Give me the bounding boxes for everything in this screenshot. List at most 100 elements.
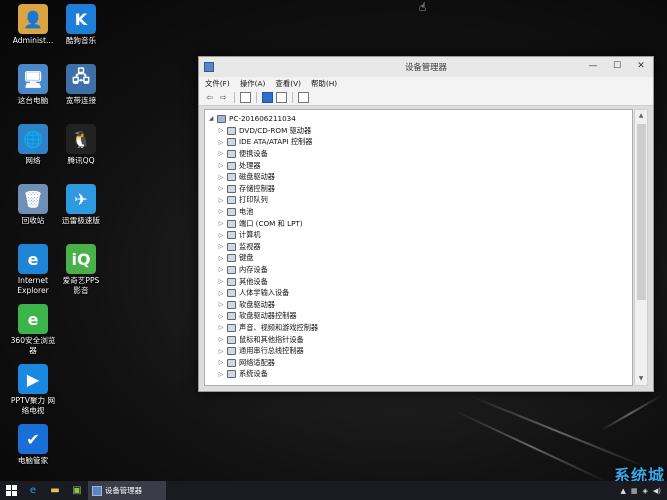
expand-arrow-icon[interactable]: ▷ xyxy=(217,336,225,343)
desktop-icon-xunlei[interactable]: ✈ 迅雷极速版 xyxy=(52,184,110,226)
device-category-icon xyxy=(227,312,236,321)
tree-item-label: 端口 (COM 和 LPT) xyxy=(239,218,303,228)
toolbar-separator xyxy=(234,92,235,103)
help-icon[interactable] xyxy=(262,92,273,103)
tree-item[interactable]: ▷ DVD/CD-ROM 驱动器 xyxy=(217,125,311,137)
tree-item[interactable]: ▷ 通用串行总线控制器 xyxy=(217,345,304,357)
scroll-down-icon[interactable]: ▼ xyxy=(635,373,647,385)
expand-arrow-icon[interactable]: ▷ xyxy=(217,139,225,146)
start-button[interactable] xyxy=(0,481,22,500)
tree-item[interactable]: ▷ 打印队列 xyxy=(217,195,268,207)
device-manager-window[interactable]: 设备管理器 — ☐ ✕ 文件(F) 操作(A) 查看(V) 帮助(H) ⇦ ⇨ … xyxy=(198,56,654,392)
tree-item[interactable]: ▷ 磁盘驱动器 xyxy=(217,171,275,183)
device-category-icon xyxy=(227,196,236,205)
tree-item[interactable]: ▷ IDE ATA/ATAPI 控制器 xyxy=(217,137,312,149)
view-icon[interactable] xyxy=(276,92,287,103)
explorer-pin-icon[interactable]: ▬ xyxy=(44,481,66,500)
tree-item[interactable]: ▷ 监视器 xyxy=(217,241,261,253)
expand-arrow-icon[interactable]: ▷ xyxy=(217,313,225,320)
tree-item[interactable]: ▷ 软盘驱动器控制器 xyxy=(217,311,297,323)
device-category-icon xyxy=(227,242,236,251)
media-pin-icon[interactable]: ▣ xyxy=(66,481,88,500)
desktop-icon-qq[interactable]: 🐧 腾讯QQ xyxy=(52,124,110,166)
tree-item[interactable]: ▷ 软盘驱动器 xyxy=(217,299,275,311)
desktop-icon-broadband[interactable]: 🖧 宽带连接 xyxy=(52,64,110,106)
tray-expand-icon[interactable]: ▲ xyxy=(620,487,625,495)
window-titlebar[interactable]: 设备管理器 — ☐ ✕ xyxy=(199,57,653,77)
tree-item[interactable]: ▷ 内存设备 xyxy=(217,264,268,276)
vertical-scrollbar[interactable]: ▲ ▼ xyxy=(634,109,648,386)
expand-arrow-icon[interactable]: ▷ xyxy=(217,174,225,181)
menu-file[interactable]: 文件(F) xyxy=(205,78,230,89)
desktop-icon-360-browser[interactable]: e 360安全浏览 器 xyxy=(4,304,62,356)
tree-item[interactable]: ▷ 鼠标和其他指针设备 xyxy=(217,334,304,346)
tree-item[interactable]: ▷ 系统设备 xyxy=(217,369,268,381)
expand-arrow-icon[interactable]: ▷ xyxy=(217,371,225,378)
tree-item[interactable]: ▷ 声音、视频和游戏控制器 xyxy=(217,322,318,334)
tree-item[interactable]: ▷ 键盘 xyxy=(217,253,253,265)
tree-root[interactable]: ◢ PC-201606211034 xyxy=(207,113,296,125)
close-button[interactable]: ✕ xyxy=(629,57,653,75)
tree-item[interactable]: ▷ 便携设备 xyxy=(217,148,268,160)
tree-item[interactable]: ▷ 存储控制器 xyxy=(217,183,275,195)
desktop-icon-pc-manager[interactable]: ✔ 电脑管家 xyxy=(4,424,62,466)
taskbar-device-manager[interactable]: 设备管理器 xyxy=(88,481,166,500)
expand-arrow-icon[interactable]: ▷ xyxy=(217,220,225,227)
expand-arrow-icon[interactable]: ▷ xyxy=(217,127,225,134)
expand-arrow-icon[interactable]: ▷ xyxy=(217,243,225,250)
minimize-button[interactable]: — xyxy=(581,57,605,75)
tree-root-label: PC-201606211034 xyxy=(229,114,296,124)
tree-item[interactable]: ▷ 其他设备 xyxy=(217,276,268,288)
scan-hardware-icon[interactable] xyxy=(298,92,309,103)
device-category-icon xyxy=(227,370,236,379)
ie-pin-icon[interactable]: e xyxy=(22,481,44,500)
shield-icon[interactable]: ◈ xyxy=(642,487,647,495)
expand-arrow-icon[interactable]: ▷ xyxy=(217,208,225,215)
expand-arrow-icon[interactable]: ▷ xyxy=(217,266,225,273)
pc-manager-icon: ✔ xyxy=(18,424,48,454)
expand-arrow-icon[interactable]: ▷ xyxy=(217,162,225,169)
expand-arrow-icon[interactable]: ▷ xyxy=(217,255,225,262)
tree-item-label: 通用串行总线控制器 xyxy=(239,346,304,356)
properties-icon[interactable] xyxy=(240,92,251,103)
expand-arrow-icon[interactable]: ▷ xyxy=(217,232,225,239)
menu-view[interactable]: 查看(V) xyxy=(275,78,301,89)
expand-arrow-icon[interactable]: ▷ xyxy=(217,324,225,331)
desktop-icon-iqiyi-pps[interactable]: iQ 爱奇艺PPS 影音 xyxy=(52,244,110,296)
tree-item-label: 鼠标和其他指针设备 xyxy=(239,334,304,344)
tree-item-label: 监视器 xyxy=(239,241,261,251)
device-category-icon xyxy=(227,219,236,228)
desktop-icon-kugou-music[interactable]: K 酷狗音乐 xyxy=(52,4,110,46)
scroll-up-icon[interactable]: ▲ xyxy=(635,110,647,122)
tree-item-label: 系统设备 xyxy=(239,369,268,379)
expand-arrow-icon[interactable]: ▷ xyxy=(217,185,225,192)
this-pc-icon: 🖥 xyxy=(18,64,48,94)
expand-arrow-icon[interactable]: ▷ xyxy=(217,197,225,204)
tree-item[interactable]: ▷ 人体学输入设备 xyxy=(217,287,289,299)
tree-item[interactable]: ▷ 计算机 xyxy=(217,229,261,241)
forward-arrow-icon[interactable]: ⇨ xyxy=(218,92,229,103)
menu-help[interactable]: 帮助(H) xyxy=(311,78,337,89)
expand-arrow-icon[interactable]: ▷ xyxy=(217,301,225,308)
expand-arrow-icon[interactable]: ▷ xyxy=(217,290,225,297)
device-tree[interactable]: ◢ PC-201606211034 ▷ DVD/CD-ROM 驱动器 ▷ IDE AT… xyxy=(204,109,633,386)
network-icon[interactable]: ▦ xyxy=(631,487,638,495)
tree-item[interactable]: ▷ 电池 xyxy=(217,206,253,218)
maximize-button[interactable]: ☐ xyxy=(605,57,629,75)
scroll-thumb[interactable] xyxy=(637,124,646,300)
tree-item[interactable]: ▷ 网络适配器 xyxy=(217,357,275,369)
expand-arrow-icon[interactable]: ▷ xyxy=(217,150,225,157)
volume-icon[interactable]: ◀) xyxy=(653,487,661,495)
desktop-icon-pptv[interactable]: ▶ PPTV聚力 网 络电视 xyxy=(4,364,62,416)
menu-action[interactable]: 操作(A) xyxy=(240,78,266,89)
tree-item-label: 软盘驱动器控制器 xyxy=(239,311,297,321)
expand-arrow-icon[interactable]: ▷ xyxy=(217,348,225,355)
desktop-icon-label: PPTV聚力 网 络电视 xyxy=(10,396,56,415)
tree-item-label: 内存设备 xyxy=(239,264,268,274)
expand-arrow-icon[interactable]: ▷ xyxy=(217,278,225,285)
expand-arrow-icon[interactable]: ▷ xyxy=(217,359,225,366)
back-arrow-icon[interactable]: ⇦ xyxy=(204,92,215,103)
tree-item[interactable]: ▷ 端口 (COM 和 LPT) xyxy=(217,218,303,230)
collapse-arrow-icon[interactable]: ◢ xyxy=(207,115,215,122)
tree-item[interactable]: ▷ 处理器 xyxy=(217,160,261,172)
